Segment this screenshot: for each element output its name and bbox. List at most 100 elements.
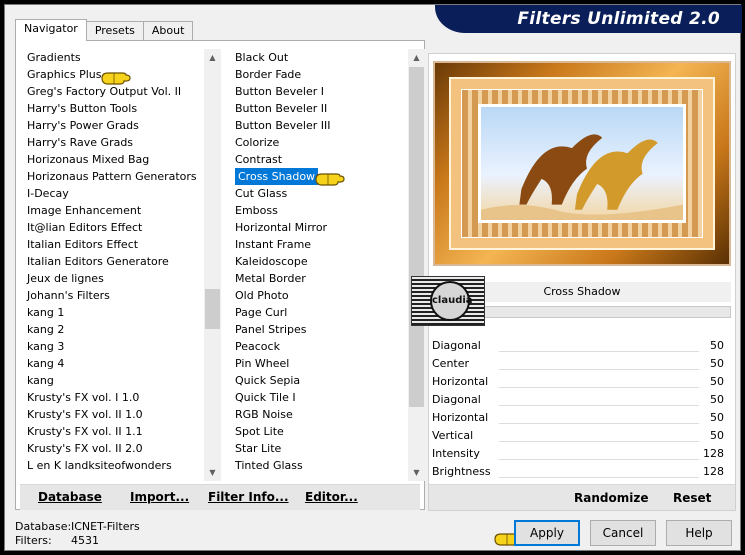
filter-item[interactable]: Metal Border xyxy=(232,270,407,287)
tab-presets[interactable]: Presets xyxy=(85,21,144,41)
category-item[interactable]: Krusty's FX vol. I 1.0 xyxy=(24,389,204,406)
parameter-slider-track[interactable] xyxy=(499,477,699,478)
category-item[interactable]: kang 4 xyxy=(24,355,204,372)
watermark-logo: claudia xyxy=(411,276,485,326)
parameter-name: Intensity xyxy=(432,447,480,460)
filter-item[interactable]: Instant Frame xyxy=(232,236,407,253)
category-list[interactable]: Gradients Graphics Plus Greg's Factory Out… xyxy=(24,49,204,481)
category-item[interactable]: kang xyxy=(24,372,204,389)
scroll-down-icon[interactable]: ▼ xyxy=(408,464,425,481)
category-item[interactable]: Horizonaus Pattern Generators xyxy=(24,168,204,185)
filter-item[interactable]: Kaleidoscope xyxy=(232,253,407,270)
parameter-slider-track[interactable] xyxy=(499,405,699,406)
category-scroll-thumb[interactable] xyxy=(205,289,220,329)
parameter-value: 128 xyxy=(703,465,724,478)
parameter-value: 50 xyxy=(710,429,724,442)
filter-item[interactable]: Button Beveler III xyxy=(232,117,407,134)
filter-scroll-thumb[interactable] xyxy=(409,67,424,407)
filter-item[interactable]: Spot Lite xyxy=(232,423,407,440)
parameter-slider-track[interactable] xyxy=(499,459,699,460)
filter-item[interactable]: Old Photo xyxy=(232,287,407,304)
filter-item[interactable]: RGB Noise xyxy=(232,406,407,423)
randomize-button[interactable]: Randomize xyxy=(574,491,648,505)
parameter-row[interactable]: Brightness 128 xyxy=(429,463,729,481)
filter-item[interactable]: Contrast xyxy=(232,151,407,168)
filter-item[interactable]: Emboss xyxy=(232,202,407,219)
category-item[interactable]: Italian Editors Generatore xyxy=(24,253,204,270)
category-item[interactable]: Gradients xyxy=(24,49,204,66)
category-item[interactable]: Harry's Power Grads xyxy=(24,117,204,134)
filter-item[interactable]: Horizontal Mirror xyxy=(232,219,407,236)
cancel-button[interactable]: Cancel xyxy=(590,520,656,546)
category-item[interactable]: kang 2 xyxy=(24,321,204,338)
category-scrollbar[interactable]: ▲ ▼ xyxy=(204,49,221,481)
import-button[interactable]: Import... xyxy=(130,490,189,504)
category-item[interactable]: Image Enhancement xyxy=(24,202,204,219)
tab-navigator[interactable]: Navigator xyxy=(15,19,87,41)
reset-button[interactable]: Reset xyxy=(673,491,711,505)
parameter-name: Center xyxy=(432,357,470,370)
parameter-slider-track[interactable] xyxy=(499,441,699,442)
filter-item[interactable]: Colorize xyxy=(232,134,407,151)
help-button[interactable]: Help xyxy=(666,520,732,546)
apply-button[interactable]: Apply xyxy=(514,520,580,546)
category-item[interactable]: Horizonaus Mixed Bag xyxy=(24,151,204,168)
parameter-name: Vertical xyxy=(432,429,474,442)
filters-unlimited-dialog: Filters Unlimited 2.0 Navigator Presets … xyxy=(4,4,742,551)
preview-picture xyxy=(478,104,686,223)
category-item[interactable]: Johann's Filters xyxy=(24,287,204,304)
category-item[interactable]: Krusty's FX vol. II 1.1 xyxy=(24,423,204,440)
parameter-slider-track[interactable] xyxy=(499,387,699,388)
filter-item[interactable]: Button Beveler II xyxy=(232,100,407,117)
category-item[interactable]: I-Decay xyxy=(24,185,204,202)
parameter-row[interactable]: Horizontal 50 xyxy=(429,409,729,427)
parameter-row[interactable]: Center 50 xyxy=(429,355,729,373)
filter-item[interactable]: Button Beveler I xyxy=(232,83,407,100)
filter-list[interactable]: Black Out Border Fade Button Beveler I Butt… xyxy=(232,49,407,481)
filter-scrollbar[interactable]: ▲ ▼ xyxy=(408,49,425,481)
scroll-down-icon[interactable]: ▼ xyxy=(204,464,221,481)
parameter-slider-track[interactable] xyxy=(499,369,699,370)
scroll-up-icon[interactable]: ▲ xyxy=(204,49,221,66)
editor-button[interactable]: Editor... xyxy=(305,490,358,504)
parameter-row[interactable]: Vertical 50 xyxy=(429,427,729,445)
category-item[interactable]: Krusty's FX vol. II 2.0 xyxy=(24,440,204,457)
filter-item[interactable]: Border Fade xyxy=(232,66,407,83)
filter-item[interactable]: Black Out xyxy=(232,49,407,66)
filter-item[interactable]: Star Lite xyxy=(232,440,407,457)
category-item[interactable]: kang 1 xyxy=(24,304,204,321)
category-item[interactable]: Harry's Rave Grads xyxy=(24,134,204,151)
parameter-value: 128 xyxy=(703,447,724,460)
parameter-row[interactable]: Intensity 128 xyxy=(429,445,729,463)
parameter-row[interactable]: Diagonal 50 xyxy=(429,391,729,409)
category-item[interactable]: It@lian Editors Effect xyxy=(24,219,204,236)
app-title-banner: Filters Unlimited 2.0 xyxy=(435,5,742,33)
scroll-up-icon[interactable]: ▲ xyxy=(408,49,425,66)
filter-item[interactable]: Panel Stripes xyxy=(232,321,407,338)
filter-settings-panel: Cross Shadow claudia Diagonal 50 Center 50 H… xyxy=(411,53,736,511)
parameter-row[interactable]: Diagonal 50 xyxy=(429,337,729,355)
category-item[interactable]: Harry's Button Tools xyxy=(24,100,204,117)
category-item[interactable]: Jeux de lignes xyxy=(24,270,204,287)
tab-about[interactable]: About xyxy=(142,21,194,41)
database-button[interactable]: Database xyxy=(38,490,102,504)
filter-item[interactable]: Peacock xyxy=(232,338,407,355)
category-item[interactable]: Italian Editors Effect xyxy=(24,236,204,253)
filter-item-selected[interactable]: Cross Shadow xyxy=(235,168,319,185)
category-item[interactable]: Krusty's FX vol. II 1.0 xyxy=(24,406,204,423)
filter-info-button[interactable]: Filter Info... xyxy=(208,490,289,504)
parameter-slider-track[interactable] xyxy=(499,423,699,424)
parameter-name: Diagonal xyxy=(432,393,481,406)
parameter-slider-track[interactable] xyxy=(499,351,699,352)
parameter-row[interactable]: Horizontal 50 xyxy=(429,373,729,391)
parameter-value: 50 xyxy=(710,411,724,424)
category-item[interactable]: kang 3 xyxy=(24,338,204,355)
filter-item[interactable]: Tinted Glass xyxy=(232,457,407,474)
filter-item[interactable]: Page Curl xyxy=(232,304,407,321)
filter-item[interactable]: Quick Tile I xyxy=(232,389,407,406)
status-info: Database:ICNET-Filters Filters: 4531 xyxy=(15,520,140,548)
category-item[interactable]: L en K landksiteofwonders xyxy=(24,457,204,474)
filter-item[interactable]: Quick Sepia xyxy=(232,372,407,389)
filter-item[interactable]: Pin Wheel xyxy=(232,355,407,372)
parameter-name: Horizontal xyxy=(432,411,489,424)
